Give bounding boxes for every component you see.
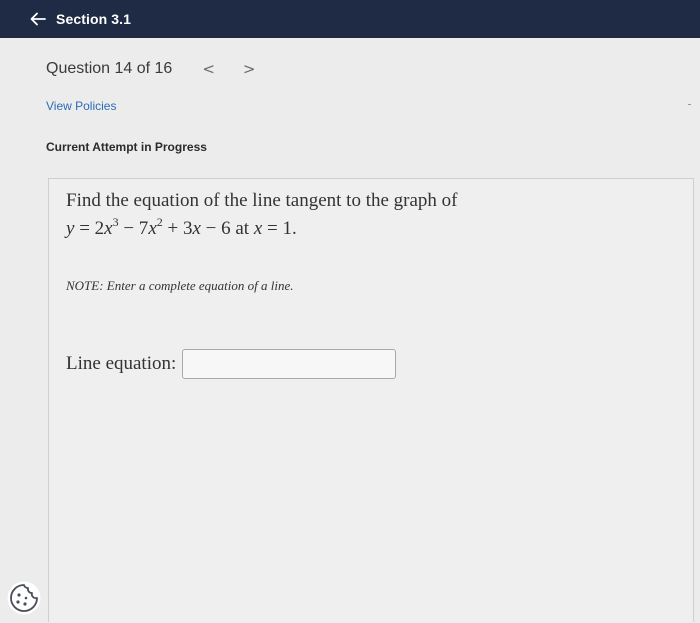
answer-row: Line equation: bbox=[66, 349, 397, 379]
question-header: Question 14 of 16 < > bbox=[46, 60, 255, 78]
view-policies-link[interactable]: View Policies bbox=[46, 99, 116, 113]
answer-label: Line equation: bbox=[66, 353, 177, 374]
function-equation: y = 2x3 − 7x2 + 3x − 6 at x = 1. bbox=[66, 215, 297, 239]
question-title: Question 14 of 16 bbox=[46, 60, 173, 77]
top-bar: Section 3.1 bbox=[0, 0, 700, 38]
arrow-left-icon bbox=[30, 12, 46, 26]
previous-question-button[interactable]: < bbox=[202, 60, 215, 78]
main-content: Question 14 of 16 < > View Policies Curr… bbox=[0, 38, 700, 623]
question-prompt: Find the equation of the line tangent to… bbox=[66, 187, 666, 243]
line-equation-input[interactable] bbox=[182, 349, 397, 379]
back-label: Section 3.1 bbox=[56, 11, 132, 27]
edge-marker bbox=[688, 104, 691, 105]
attempt-status: Current Attempt in Progress bbox=[46, 140, 207, 154]
next-question-button[interactable]: > bbox=[243, 60, 256, 78]
cookie-icon[interactable] bbox=[6, 580, 42, 616]
question-box: Find the equation of the line tangent to… bbox=[48, 178, 694, 622]
instruction-note: NOTE: Enter a complete equation of a lin… bbox=[66, 278, 294, 293]
prompt-text: Find the equation of the line tangent to… bbox=[66, 190, 458, 211]
back-to-section-button[interactable]: Section 3.1 bbox=[30, 11, 131, 27]
